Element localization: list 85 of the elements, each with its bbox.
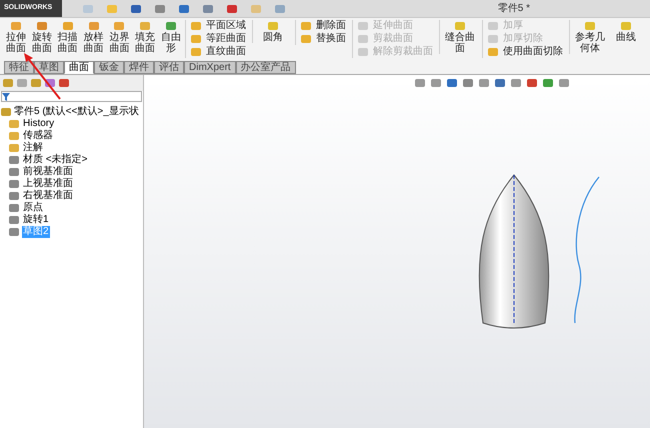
view-tool-icon (526, 77, 538, 89)
tree-item[interactable]: 前视基准面 (22, 166, 74, 178)
toolbar-icon (82, 2, 94, 14)
tab[interactable]: 钣金 (94, 61, 124, 74)
tool-icon (487, 20, 500, 32)
tab[interactable]: 曲面 (64, 61, 94, 74)
tree-root[interactable]: 零件5 (默认<<默认>_显示状 (14, 106, 139, 118)
tool-icon (620, 20, 632, 32)
tab[interactable]: 特征 (4, 61, 34, 74)
ribbon-button[interactable]: 边界曲面 (107, 20, 132, 54)
ribbon-button[interactable]: 扫描曲面 (56, 20, 80, 54)
tree-item[interactable]: 右视基准面 (22, 190, 74, 202)
tool-icon (357, 20, 370, 32)
ribbon-button[interactable]: 参考几何体 (574, 20, 606, 54)
view-tool-icon (494, 77, 506, 89)
tree-item-icon (8, 118, 20, 130)
tool-icon (190, 33, 202, 45)
tool-icon (584, 20, 596, 32)
tree-item[interactable]: 注解 (22, 142, 44, 154)
view-tool-icon (462, 77, 474, 89)
tree-item-icon (8, 214, 20, 226)
view-tool-icon (430, 77, 442, 89)
ribbon-button[interactable]: 拉伸曲面 (4, 20, 28, 54)
tool-icon (300, 33, 312, 45)
view-tool-icon (414, 77, 426, 89)
tool-icon (300, 20, 312, 32)
panel-tab-icon (58, 77, 70, 89)
tab[interactable]: 办公室产品 (236, 61, 296, 74)
ribbon-button[interactable]: 放样曲面 (82, 20, 106, 54)
tab[interactable]: 焊件 (124, 61, 154, 74)
tree-item-icon (8, 178, 20, 190)
ribbon-button[interactable]: 平面区域 (190, 20, 246, 32)
tab[interactable]: DimXpert (184, 61, 236, 74)
tree-item-icon (8, 154, 20, 166)
tool-icon (454, 20, 466, 32)
toolbar-icon (226, 2, 238, 14)
tab[interactable]: 草图 (34, 61, 64, 74)
tree-item[interactable]: 原点 (22, 202, 44, 214)
filter-field[interactable] (1, 91, 142, 102)
ribbon-button[interactable]: 删除面 (300, 20, 346, 32)
ribbon-button[interactable]: 等距曲面 (190, 33, 246, 45)
tree-item-icon (8, 166, 20, 178)
view-tool-icon (558, 77, 570, 89)
window-title: 零件5 * (498, 2, 530, 16)
tool-icon (487, 46, 500, 58)
view-tool-icon (510, 77, 522, 89)
tab[interactable]: 评估 (154, 61, 184, 74)
tree-item-icon (8, 202, 20, 214)
view-tool-icon (542, 77, 554, 89)
tree-item[interactable]: 旋转1 (22, 214, 50, 226)
panel-tab-icon (16, 77, 28, 89)
ribbon-button[interactable]: 圆角 (257, 20, 290, 43)
toolbar-icon (154, 2, 166, 14)
tool-icon (487, 33, 500, 45)
toolbar-icon (130, 2, 142, 14)
ribbon-button[interactable]: 自由形 (159, 20, 184, 54)
tree-item[interactable]: 材质 <未指定> (22, 154, 88, 166)
tree-item[interactable]: History (22, 118, 56, 130)
ribbon-button[interactable]: 直纹曲面 (190, 46, 246, 58)
ribbon-button[interactable]: 填充曲面 (133, 20, 158, 54)
tool-icon (267, 20, 280, 32)
tree-item-icon (8, 142, 20, 154)
tree-item-icon (8, 226, 20, 238)
panel-tab-icon (30, 77, 42, 89)
tree-item[interactable]: 传感器 (22, 130, 54, 142)
toolbar-icon (106, 2, 118, 14)
tool-icon (357, 46, 370, 58)
ribbon-button[interactable]: 旋转曲面 (30, 20, 54, 54)
tree-item-icon (8, 130, 20, 142)
ribbon-button[interactable]: 使用曲面切除 (487, 46, 564, 58)
ribbon-button[interactable]: 曲线 (610, 20, 642, 54)
tool-icon (190, 46, 202, 58)
tree-item[interactable]: 上视基准面 (22, 178, 74, 190)
view-tool-icon (478, 77, 490, 89)
panel-tab-icon (2, 77, 14, 89)
tool-icon (190, 20, 202, 32)
toolbar-icon (178, 2, 190, 14)
toolbar-icon (250, 2, 262, 14)
view-tool-icon (446, 77, 458, 89)
toolbar-icon (274, 2, 286, 14)
ribbon-button[interactable]: 替换面 (300, 33, 346, 45)
ribbon-button[interactable]: 缝合曲面 (444, 20, 476, 54)
tree-item-icon (8, 190, 20, 202)
tool-icon (357, 33, 370, 45)
toolbar-icon (202, 2, 214, 14)
